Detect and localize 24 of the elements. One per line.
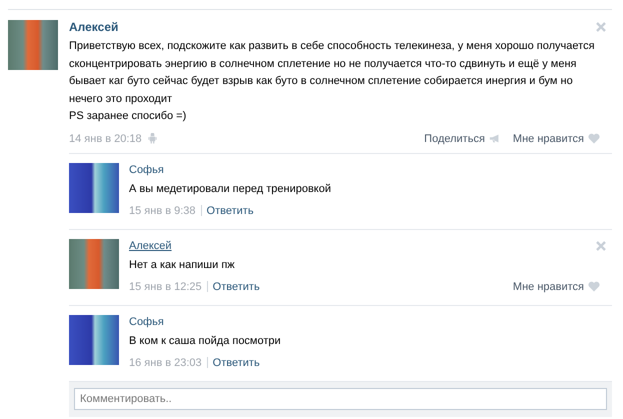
author-link[interactable]: Алексей xyxy=(129,238,172,254)
close-icon[interactable] xyxy=(596,22,606,32)
like-link[interactable]: Мне нравится xyxy=(512,132,584,144)
avatar-photo-placeholder[interactable] xyxy=(69,314,119,364)
comment-text: А вы медетировали перед тренировкой xyxy=(129,182,332,196)
author-link[interactable]: Софья xyxy=(129,162,164,178)
reply-link[interactable]: Ответить xyxy=(212,280,260,292)
close-icon[interactable] xyxy=(596,240,606,250)
author-link[interactable]: Алексей xyxy=(69,20,118,35)
like-link[interactable]: Мне нравится xyxy=(512,280,584,292)
post-text: Приветствую всех, подскожите как развить в себе способность телекинеза, у меня хорошо получается сконцентрировать энергию в солнечном сплетение но не получается что-то сдвинуть и ещё у меня бывает каг буто сейчас будет взрыв как буто в солнечном сплетение собирается инергия и бум но нечего это проходит xyxy=(69,39,596,106)
heart-icon[interactable] xyxy=(588,281,600,292)
post-text: PS заранее спосибо =) xyxy=(69,109,188,124)
reply-link[interactable]: Ответить xyxy=(206,204,254,216)
comment-field[interactable]: Комментировать.. xyxy=(74,388,607,410)
android-icon xyxy=(148,133,157,144)
avatar-photo-placeholder[interactable] xyxy=(69,162,119,212)
share-link[interactable]: Поделиться xyxy=(424,132,485,144)
author-link[interactable]: Софья xyxy=(129,314,164,330)
comment-text: В ком к саша пойда посмотри xyxy=(129,334,282,348)
comment-text: Нет а как напиши пж xyxy=(129,258,236,272)
megaphone-icon[interactable] xyxy=(488,133,501,144)
reply-link[interactable]: Ответить xyxy=(212,356,260,368)
heart-icon[interactable] xyxy=(588,133,600,144)
